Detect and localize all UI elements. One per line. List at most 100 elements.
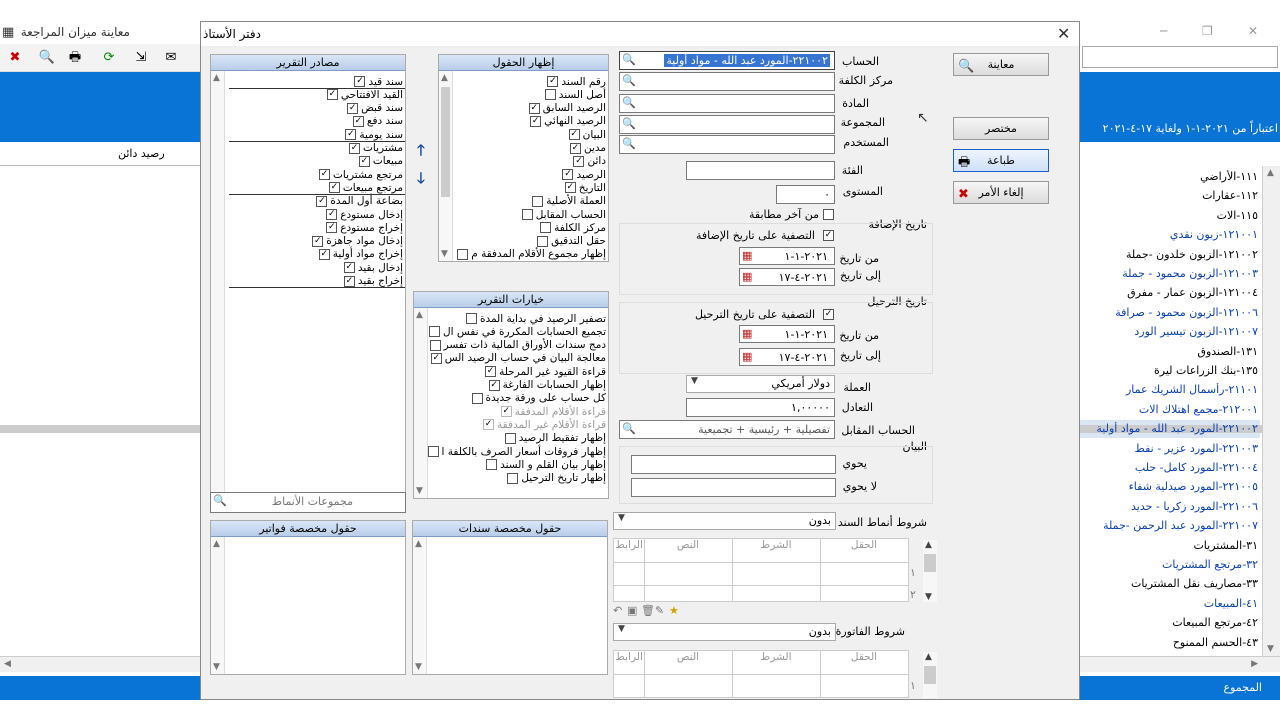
printer-icon[interactable]: 🖶 — [66, 50, 84, 66]
account-list-item[interactable]: ١٢١٠٠٦-الزبون محمود - صرافة — [1080, 306, 1260, 325]
checkbox-box[interactable] — [326, 222, 338, 234]
checkbox-box[interactable] — [507, 472, 519, 484]
account-list-item[interactable]: ٣١-المشتريات — [1080, 539, 1260, 558]
preview-button[interactable]: 🔍 معاينة — [953, 53, 1049, 76]
scroll-thumb[interactable] — [924, 666, 936, 684]
checkbox-box[interactable] — [540, 222, 552, 234]
checkbox-box[interactable] — [504, 432, 516, 444]
scroll-up-icon[interactable]: ▲ — [213, 73, 220, 83]
checkbox-box[interactable] — [326, 209, 338, 220]
invoice-conditions-grid[interactable]: الرابط النص الشرط الحقل ١ — [613, 650, 916, 698]
checkbox-box[interactable] — [318, 169, 330, 181]
checkbox-row[interactable]: إخراج مواد أولية — [318, 248, 403, 261]
scroll-up-icon[interactable]: ▲ — [415, 539, 422, 549]
filter-add-date-checkbox[interactable] — [823, 230, 834, 241]
checkbox-row[interactable]: سند دفع — [352, 115, 403, 128]
checkbox-row[interactable]: إدخال بقيد — [343, 261, 403, 274]
checkbox-box[interactable] — [530, 115, 542, 127]
preview-icon[interactable]: 🔍 — [38, 50, 56, 66]
last-match-checkbox[interactable] — [823, 209, 834, 220]
group-input[interactable]: 🔍 — [619, 115, 835, 134]
checkbox-row[interactable]: قراءة الأقلام غير المدفقة — [483, 418, 606, 431]
minimize-icon[interactable]: ─ — [1160, 24, 1167, 38]
checkbox-box[interactable] — [326, 89, 338, 101]
checkbox-row[interactable]: إظهار مجموع الأقلام المدفقة م — [457, 248, 606, 261]
checkbox-row[interactable]: البيان — [568, 128, 606, 141]
horizontal-scrollbar[interactable]: ▶ — [1080, 656, 1280, 672]
checkbox-box[interactable] — [562, 169, 574, 181]
calendar-icon[interactable]: ▦ — [742, 249, 752, 262]
scroll-up-icon[interactable]: ▲ — [441, 73, 448, 83]
checkbox-row[interactable]: القيد الافتتاحي — [326, 88, 403, 101]
account-list-item[interactable]: ١٣١-الصندوق — [1080, 345, 1260, 364]
checkbox-row[interactable]: إظهار تفقيط الرصيد — [504, 432, 606, 445]
checkbox-row[interactable]: قراءة الأقلام المدفقة — [500, 405, 606, 418]
checkbox-row[interactable]: كل حساب على ورقة جديدة — [471, 392, 606, 405]
move-up-arrow-icon[interactable]: 🡑 — [417, 140, 425, 165]
post-from-date-input[interactable]: ▦ ٢٠٢١-١-١ — [739, 325, 835, 343]
checkbox-row[interactable]: مدين — [569, 142, 606, 155]
close-red-icon[interactable]: ✖ — [6, 50, 24, 66]
pattern-groups-input[interactable]: 🔍 مجموعات الأنماط — [210, 492, 406, 513]
search-icon[interactable]: 🔍 — [622, 96, 636, 109]
account-list-item[interactable]: ٢١١٠١-رأسمال الشريك عمار — [1080, 383, 1260, 402]
checkbox-box[interactable] — [537, 235, 549, 247]
checkbox-box[interactable] — [352, 115, 364, 127]
scroll-up-icon[interactable]: ▲ — [925, 540, 932, 550]
background-search-input[interactable] — [1082, 46, 1278, 68]
checkbox-row[interactable]: حقل التدقيق — [537, 235, 606, 248]
scroll-down-icon[interactable]: ▼ — [925, 592, 932, 602]
search-icon[interactable]: 🔍 — [622, 117, 636, 130]
account-list-item[interactable]: ٤٢-مرتجع المبيعات — [1080, 616, 1260, 635]
checkbox-row[interactable]: معالجة البيان في حساب الرصيد الس — [430, 352, 606, 365]
checkbox-row[interactable]: دائن — [573, 155, 606, 168]
save-icon[interactable]: ▣ — [627, 604, 637, 617]
checkbox-box[interactable] — [485, 366, 497, 378]
checkbox-row[interactable]: إظهار فروقات أسعار الصرف بالكلفة ا — [427, 445, 606, 458]
account-list-item[interactable]: ٢٢١٠٠٢-المورد عبد الله - مواد أولية — [1080, 422, 1260, 441]
checkbox-row[interactable]: رقم السند — [547, 75, 606, 88]
account-list-item[interactable]: ١٢١٠٠١-زبون نقدي — [1080, 228, 1260, 247]
checkbox-box[interactable] — [564, 182, 576, 194]
checkbox-row[interactable]: أصل السند — [544, 88, 606, 101]
checkbox-row[interactable]: إظهار الحسابات الفارغة — [488, 379, 606, 392]
account-list-item[interactable]: ١٢١٠٠٢-الزبون خلدون -جملة — [1080, 248, 1260, 267]
search-icon[interactable]: 🔍 — [622, 137, 636, 150]
not-contains-input[interactable] — [631, 478, 836, 497]
checkbox-box[interactable] — [349, 142, 361, 154]
account-list-item[interactable]: ٣٢-مرتجع المشتريات — [1080, 558, 1260, 577]
checkbox-box[interactable] — [328, 182, 340, 194]
vertical-scrollbar[interactable]: ▲ ▼ — [923, 540, 937, 602]
checkbox-box[interactable] — [427, 446, 439, 457]
checkbox-row[interactable]: إخراج بقيد — [343, 275, 403, 288]
account-input[interactable]: 🔍 ٢٢١٠٠٢-المورد عبد الله - مواد أولية — [619, 51, 835, 70]
account-list-item[interactable]: ١٣٥-بنك الزراعات ليرة — [1080, 364, 1260, 383]
calendar-icon[interactable]: ▦ — [742, 270, 752, 283]
refresh-icon[interactable]: ⟳ — [100, 50, 118, 66]
search-icon[interactable]: 🔍 — [622, 422, 636, 435]
post-to-date-input[interactable]: ▦ ٢٠٢١-٤-١٧ — [739, 348, 835, 366]
checkbox-box[interactable] — [544, 89, 556, 101]
cost-center-input[interactable]: 🔍 — [619, 72, 835, 91]
scroll-left-icon[interactable]: ◀ — [4, 659, 11, 669]
edit-icon[interactable]: ✎ — [655, 604, 664, 617]
checkbox-row[interactable]: مرتجع مبيعات — [328, 181, 403, 194]
search-icon[interactable]: 🔍 — [213, 494, 227, 507]
currency-select[interactable]: ▼ دولار أمريكي — [686, 375, 835, 393]
account-list-item[interactable]: ٢٢١٠٠٤-المورد كامل- حلب — [1080, 461, 1260, 480]
horizontal-scrollbar[interactable]: ◀ — [0, 656, 200, 672]
mail-icon[interactable]: ✉ — [162, 50, 180, 66]
cancel-button[interactable]: ✖ إلغاء الأمر — [953, 181, 1049, 204]
vertical-scrollbar[interactable]: ▲ ▼ — [211, 71, 225, 507]
vertical-scrollbar[interactable]: ▲ ▼ — [1262, 166, 1280, 656]
checkbox-row[interactable]: إظهار بيان القلم و السند — [486, 458, 606, 471]
checkbox-row[interactable]: سند قبض — [347, 102, 403, 115]
summary-button[interactable]: مختصر — [953, 117, 1049, 140]
checkbox-box[interactable] — [343, 275, 355, 287]
counter-account-input[interactable]: 🔍 تفصيلية + رئيسية + تجميعية — [619, 420, 835, 439]
move-down-arrow-icon[interactable]: 🡓 — [417, 168, 425, 193]
checkbox-box[interactable] — [568, 129, 580, 141]
checkbox-box[interactable] — [358, 155, 370, 167]
checkbox-row[interactable]: الرصيد النهائي — [530, 115, 606, 128]
export-icon[interactable]: ⇲ — [132, 50, 150, 66]
